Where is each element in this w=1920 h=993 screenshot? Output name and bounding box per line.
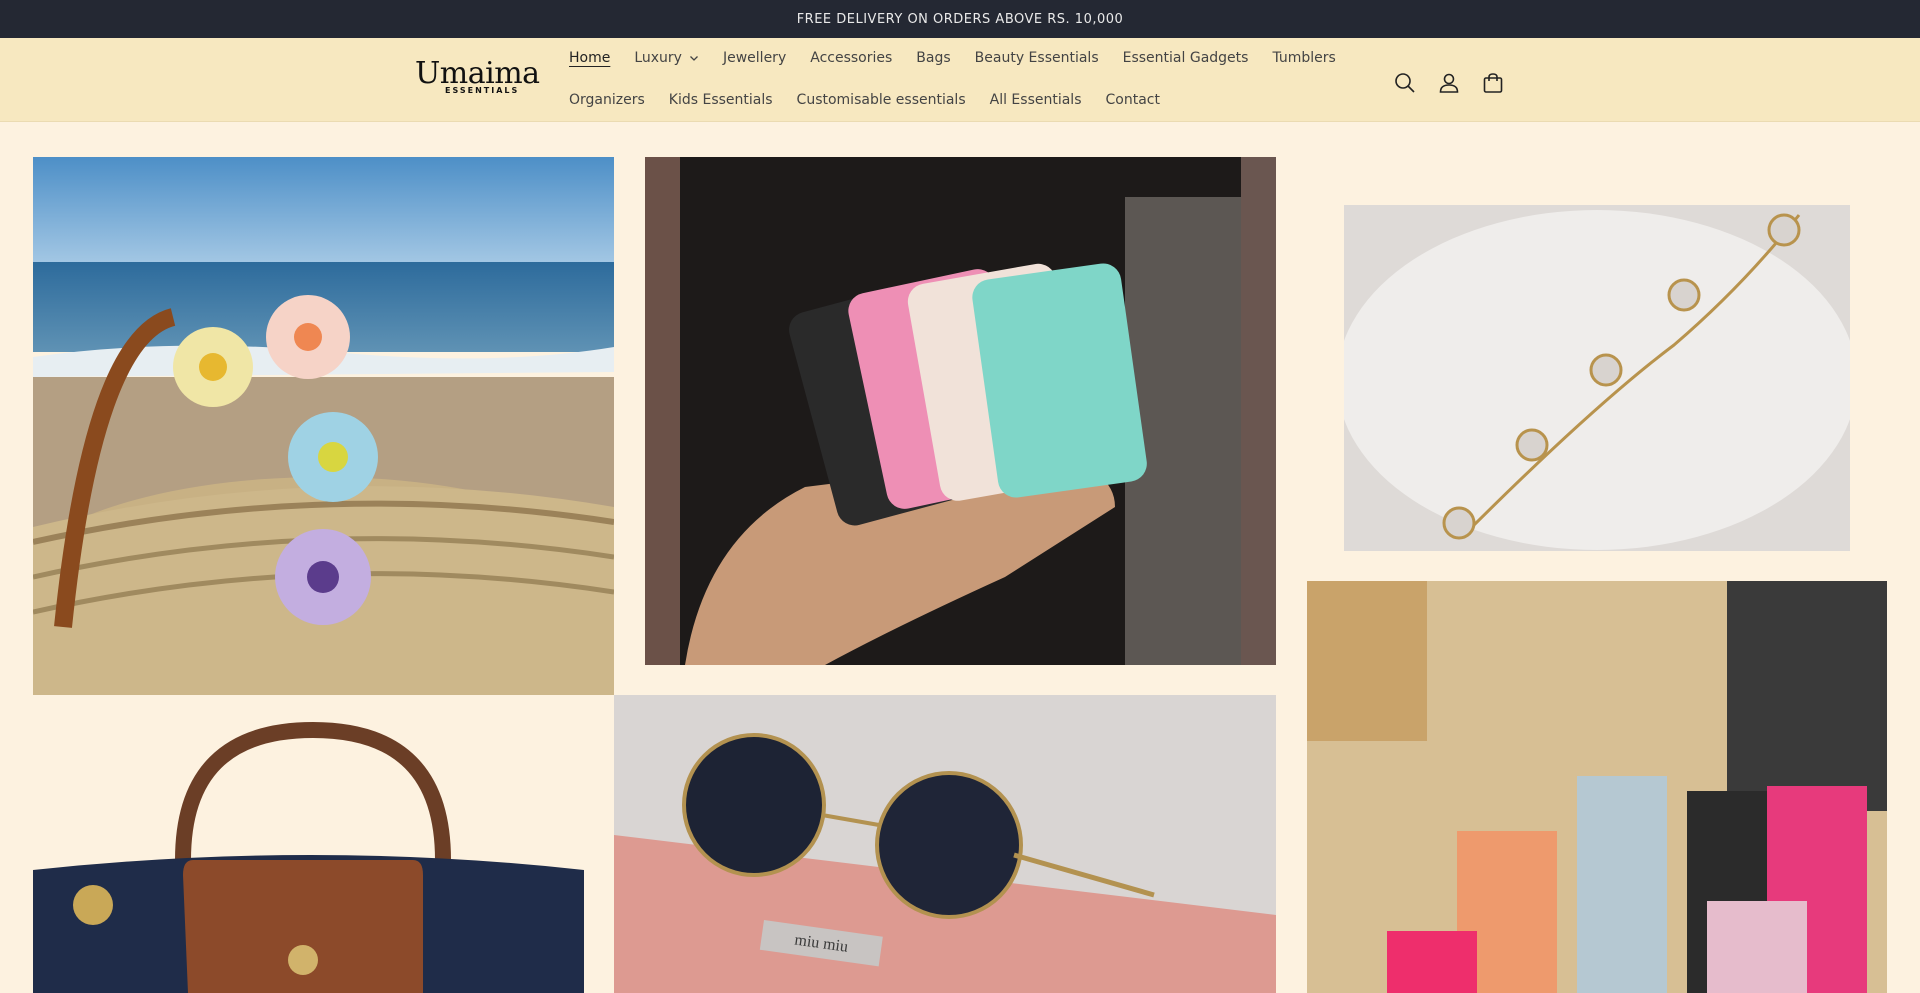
phone-suction-pads-image <box>645 157 1276 665</box>
nav-beauty-essentials[interactable]: Beauty Essentials <box>963 48 1111 68</box>
colorful-tumblers-image <box>1307 581 1887 993</box>
round-sunglasses-image: miu miu <box>614 695 1276 993</box>
main-nav-row-2: Organizers Kids Essentials Customisable … <box>569 90 1172 110</box>
nav-contact[interactable]: Contact <box>1094 90 1172 110</box>
flower-claw-clips-image <box>33 157 614 695</box>
gallery-image-tote-bag[interactable] <box>33 710 584 993</box>
nav-essential-gadgets[interactable]: Essential Gadgets <box>1111 48 1261 68</box>
gallery-image-tumblers[interactable] <box>1307 581 1887 993</box>
gallery-image-flower-clips[interactable] <box>33 157 614 695</box>
nav-kids-essentials[interactable]: Kids Essentials <box>657 90 785 110</box>
brand-logo[interactable]: Umaima ESSENTIALS <box>415 58 540 98</box>
nav-customisable-essentials[interactable]: Customisable essentials <box>785 90 978 110</box>
gallery-image-suction-pads[interactable] <box>645 157 1276 665</box>
gallery-image-bracelet[interactable] <box>1344 205 1850 551</box>
clover-bracelet-image <box>1344 205 1850 551</box>
nav-tumblers[interactable]: Tumblers <box>1260 48 1347 68</box>
site-header: Umaima ESSENTIALS Home Luxury Jewellery … <box>0 38 1920 122</box>
main-nav-row-1: Home Luxury Jewellery Accessories Bags B… <box>569 48 1348 68</box>
navy-tote-bag-image <box>33 710 584 993</box>
brand-subtitle: ESSENTIALS <box>445 86 520 95</box>
announcement-bar: FREE DELIVERY ON ORDERS ABOVE RS. 10,000 <box>0 0 1920 38</box>
search-icon[interactable] <box>1390 68 1420 98</box>
cart-icon[interactable] <box>1478 68 1508 98</box>
nav-jewellery[interactable]: Jewellery <box>711 48 798 68</box>
nav-luxury[interactable]: Luxury <box>622 48 711 68</box>
chevron-down-icon <box>690 56 698 61</box>
nav-bags[interactable]: Bags <box>904 48 962 68</box>
nav-organizers[interactable]: Organizers <box>569 90 657 110</box>
nav-all-essentials[interactable]: All Essentials <box>978 90 1094 110</box>
account-icon[interactable] <box>1434 68 1464 98</box>
header-icons <box>1390 68 1508 98</box>
gallery-image-sunglasses[interactable]: miu miu <box>614 695 1276 993</box>
announcement-text: FREE DELIVERY ON ORDERS ABOVE RS. 10,000 <box>796 11 1124 27</box>
nav-luxury-label: Luxury <box>634 50 682 66</box>
nav-accessories[interactable]: Accessories <box>798 48 904 68</box>
nav-home[interactable]: Home <box>569 48 622 68</box>
